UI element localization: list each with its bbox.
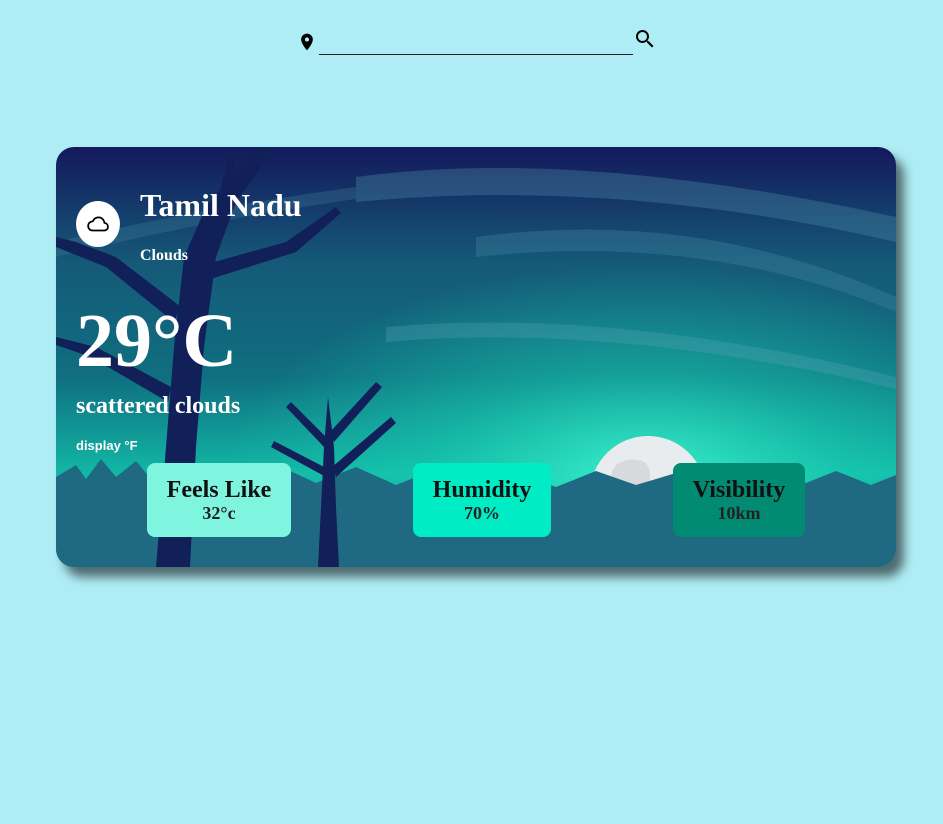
city-name: Tamil Nadu bbox=[140, 187, 302, 223]
unit-toggle-link[interactable]: display °F bbox=[76, 438, 138, 453]
temperature: 29°C bbox=[76, 299, 238, 383]
visibility-value: 10km bbox=[717, 503, 761, 523]
humidity-label: Humidity bbox=[432, 477, 532, 503]
search-icon[interactable] bbox=[633, 27, 657, 51]
weather-card: Tamil Nadu Clouds 29°C scattered clouds … bbox=[56, 147, 896, 567]
cloud-icon bbox=[87, 216, 109, 232]
feels-like-label: Feels Like bbox=[166, 477, 272, 503]
search-input[interactable] bbox=[319, 28, 633, 55]
weather-condition: Clouds bbox=[140, 247, 189, 264]
search-bar bbox=[297, 26, 657, 56]
feels-like-card: Feels Like 32°c bbox=[147, 463, 291, 537]
visibility-card: Visibility 10km bbox=[673, 463, 805, 537]
humidity-card: Humidity 70% bbox=[413, 463, 551, 537]
weather-icon-badge bbox=[76, 201, 120, 247]
weather-description: scattered clouds bbox=[76, 393, 241, 419]
humidity-value: 70% bbox=[464, 503, 500, 523]
visibility-label: Visibility bbox=[692, 477, 786, 503]
feels-like-value: 32°c bbox=[202, 503, 236, 523]
location-pin-icon bbox=[301, 33, 313, 51]
